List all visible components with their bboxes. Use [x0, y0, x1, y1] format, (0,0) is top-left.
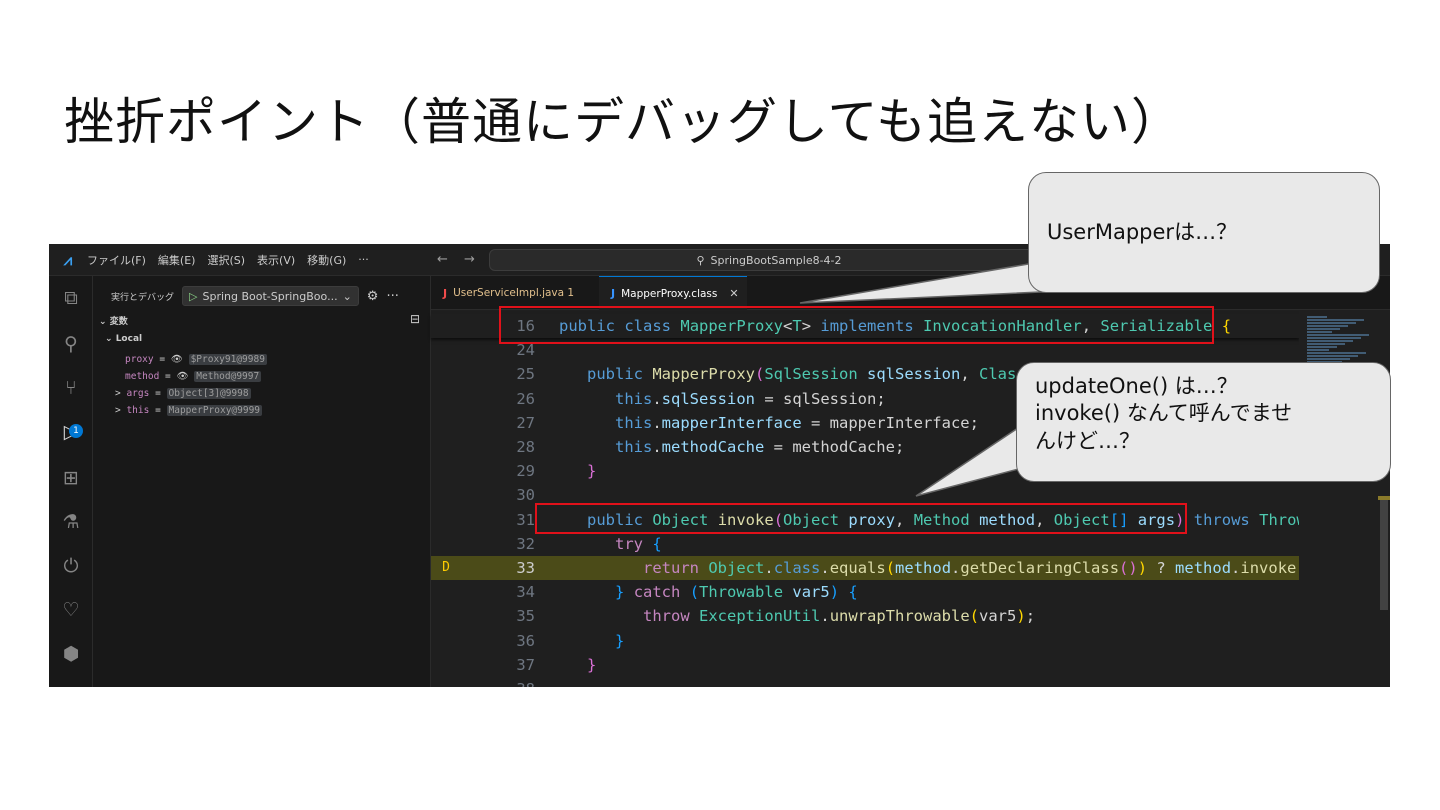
callout-invoke-line3: んけど…？	[1035, 428, 1140, 453]
callout-invoke: updateOne() は…？ invoke() なんて呼んでませ んけど…？	[1016, 362, 1391, 482]
callout-invoke-line2: invoke() なんて呼んでませ	[1035, 401, 1293, 426]
callout-invoke-line1: updateOne() は…？	[1035, 374, 1238, 398]
